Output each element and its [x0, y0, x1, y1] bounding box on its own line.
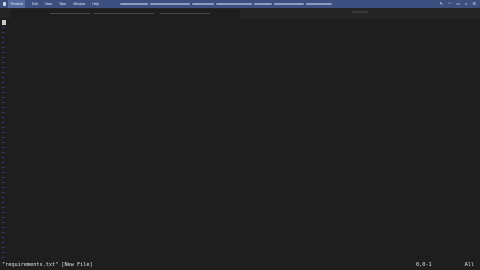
status-icons: ✎ ◠ ▭ ⌕ ☰ [440, 0, 476, 8]
battery-icon[interactable]: ▭ [456, 0, 460, 8]
status-line: "requirements.txt" [New File] 0,0-1 All [0, 260, 480, 270]
apple-icon[interactable] [3, 2, 6, 6]
tab-bar [0, 8, 480, 18]
empty-line-gutter: ~ ~ ~ ~ ~ ~ ~ ~ ~ ~ ~ ~ ~ ~ ~ ~ ~ ~ ~ ~ ~ ~ ~ ~ ~ ~ ~ ~ ~ ~ ~ ~ ~ ~ ~ ~ ~ ~ ~ ~… [2, 20, 8, 260]
window-title-blur [120, 2, 360, 6]
menu-tabs[interactable]: Tabs [59, 0, 66, 8]
menu-terminal[interactable]: Terminal [8, 0, 25, 8]
scroll-position: All [464, 262, 474, 268]
menu-edit[interactable]: Edit [32, 0, 38, 8]
control-center-icon[interactable]: ☰ [472, 0, 476, 8]
menu-help[interactable]: Help [92, 0, 99, 8]
cursor-position: 0,0-1 [416, 262, 432, 268]
search-icon[interactable]: ⌕ [465, 0, 467, 8]
file-message: "requirements.txt" [New File] [2, 262, 93, 268]
text-cursor [2, 20, 6, 25]
tab-active[interactable] [10, 9, 240, 18]
menu-window[interactable]: Window [73, 0, 85, 8]
edit-icon[interactable]: ✎ [440, 0, 443, 8]
tab-secondary[interactable] [352, 11, 368, 13]
menu-view[interactable]: View [45, 0, 52, 8]
wifi-icon[interactable]: ◠ [448, 0, 452, 8]
menu-bar: Terminal Edit View Tabs Window Help ✎ ◠ … [0, 0, 480, 8]
